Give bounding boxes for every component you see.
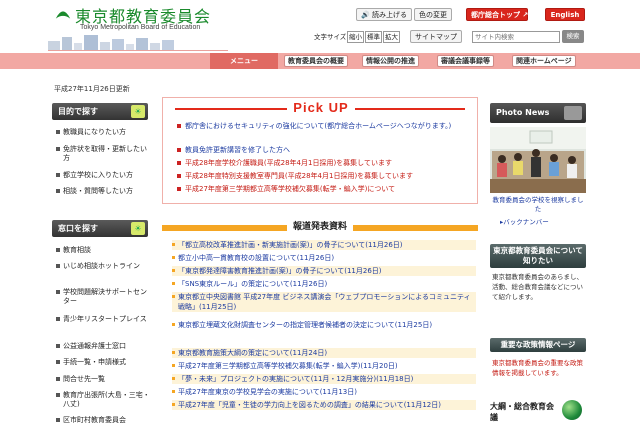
- color-change-button[interactable]: 色の変更: [414, 8, 452, 21]
- purpose-item[interactable]: 免許状を取得・更新したい方: [56, 145, 150, 163]
- press-heading: 報道発表資料: [162, 219, 478, 235]
- site-map-button[interactable]: サイトマップ: [410, 30, 462, 43]
- sun-badge-icon: ☀: [131, 105, 145, 118]
- policy-heading[interactable]: 重要な政策情報ページ: [490, 338, 586, 352]
- font-small-button[interactable]: 縮小: [347, 31, 364, 43]
- press-item[interactable]: 平成27年度第三学期都立高等学校補欠募集(転学・編入学)(11月20日): [172, 361, 476, 371]
- board-info-text: 東京都教育委員会のあらまし、活動、総合教育会議などについて紹介します。: [492, 273, 583, 301]
- window-search-heading: 窓口を探す ☀: [52, 220, 148, 237]
- window-item[interactable]: 学校問題解決サポートセンター: [56, 288, 150, 306]
- window-item[interactable]: 公益通報弁護士窓口: [56, 342, 150, 351]
- pickup-title: Pick UP: [163, 100, 479, 115]
- photo-news-caption[interactable]: 教育委員会の学校を視察しました: [490, 196, 586, 214]
- press-item[interactable]: 東京都教育施策大綱の策定について(11月24日): [172, 348, 476, 358]
- camera-icon: [564, 106, 582, 120]
- font-large-button[interactable]: 拡大: [383, 31, 400, 43]
- press-item[interactable]: 「東京都発達障害教育推進計画(案)」の骨子について(11月26日): [172, 266, 476, 276]
- photo-news-heading: Photo News: [490, 103, 586, 123]
- nav-information-disclosure[interactable]: 情報公開の推進: [362, 55, 419, 67]
- purpose-item[interactable]: 都立学校に入りたい方: [56, 171, 150, 180]
- read-aloud-button[interactable]: 🔊 読み上げる: [356, 8, 412, 21]
- press-item[interactable]: 「SNS東京ルール」の策定について(11月26日): [172, 279, 476, 289]
- search-button[interactable]: 検索: [562, 30, 584, 43]
- press-item[interactable]: 東京都立中央図書館 平成27年度 ビジネス講演会「ウェブプロモーションによるコミ…: [172, 292, 476, 312]
- photo-news-image[interactable]: [490, 127, 586, 193]
- purpose-search-heading: 目的で探す ☀: [52, 103, 148, 120]
- pickup-panel: Pick UP 都庁舎におけるセキュリティの強化について(都庁総合ホームページへ…: [162, 97, 478, 204]
- purpose-search-title: 目的で探す: [58, 107, 98, 116]
- window-item[interactable]: 青少年リスタートプレイス: [56, 315, 150, 324]
- press-item[interactable]: 「都立高校改革推進計画・新実施計画(案)」の骨子について(11月26日): [172, 240, 476, 250]
- speaker-icon: 🔊: [361, 11, 370, 19]
- metro-top-label: 都庁総合トップ: [471, 11, 520, 19]
- city-illustration: [48, 35, 228, 51]
- pickup-title-text: Pick UP: [287, 100, 355, 115]
- sun-badge-icon: ☀: [131, 222, 145, 235]
- window-item[interactable]: 教育相談: [56, 246, 150, 255]
- window-item[interactable]: いじめ相談ホットライン: [56, 262, 150, 271]
- press-item[interactable]: 都立小中高一貫教育校の設置について(11月26日): [172, 253, 476, 263]
- pickup-item[interactable]: 都庁舎におけるセキュリティの強化について(都庁総合ホームページへつながります。): [177, 121, 473, 131]
- window-item[interactable]: 問合せ先一覧: [56, 375, 150, 384]
- english-button[interactable]: English: [545, 8, 585, 21]
- nav-council-minutes[interactable]: 審議会議事録等: [437, 55, 494, 67]
- window-search-title: 窓口を探す: [58, 224, 98, 233]
- press-item[interactable]: 平成27年度東京の学校見学会の実施について(11月13日): [172, 387, 476, 397]
- press-title: 報道発表資料: [162, 219, 478, 232]
- press-item[interactable]: 平成27年度「児童・生徒の学力向上を図るための調査」の結果について(11月12日…: [172, 400, 476, 410]
- search-input[interactable]: [472, 31, 560, 43]
- taiko-banner[interactable]: 大綱・総合教育会議: [490, 398, 586, 426]
- press-item[interactable]: 「夢・未来」プロジェクトの実施について(11月・12月実施分)(11月18日): [172, 374, 476, 384]
- read-aloud-label: 読み上げる: [371, 11, 407, 19]
- header: 東京都教育委員会 Tokyo Metropolitan Board of Edu…: [0, 0, 640, 52]
- board-info-heading[interactable]: 東京都教育委員会について知りたい: [490, 244, 586, 268]
- nav-board-overview[interactable]: 教育委員会の概要: [284, 55, 348, 67]
- metro-top-button[interactable]: 都庁総合トップ ↗: [466, 8, 528, 21]
- globe-icon: [562, 400, 582, 420]
- pickup-item[interactable]: 平成27年度第三学期都立高等学校補欠募集(転学・編入学)について: [177, 184, 473, 194]
- purpose-item[interactable]: 相談・質問等したい方: [56, 187, 150, 196]
- font-standard-button[interactable]: 標準: [365, 31, 382, 43]
- press-title-text: 報道発表資料: [286, 222, 353, 232]
- press-item[interactable]: 東京都立埋蔵文化財調査センターの指定管理者候補者の決定について(11月25日): [172, 320, 476, 330]
- window-item[interactable]: 教育庁出張所(大島・三宅・八丈): [56, 391, 150, 409]
- back-numbers-link[interactable]: ▸バックナンバー: [500, 216, 549, 226]
- taiko-label: 大綱・総合教育会議: [490, 402, 554, 422]
- site-subtitle: Tokyo Metropolitan Board of Education: [80, 24, 201, 31]
- window-item[interactable]: 区市町村教育委員会: [56, 416, 150, 425]
- pickup-item[interactable]: 教員免許更新講習を修了した方へ: [177, 145, 473, 155]
- pickup-item[interactable]: 平成28年度学校介護職員(平成28年4月1日採用)を募集しています: [177, 158, 473, 168]
- window-item[interactable]: 手続一覧・申請様式: [56, 358, 150, 367]
- photo-news-title: Photo News: [496, 108, 550, 117]
- pickup-item[interactable]: 平成28年度特別支援教室専門員(平成28年4月1日採用)を募集しています: [177, 171, 473, 181]
- font-size-label: 文字サイズ: [314, 33, 347, 41]
- external-link-icon: ↗: [520, 11, 529, 19]
- global-nav: メニュー 教育委員会の概要 情報公開の推進 審議会議事録等 関連ホームページ: [0, 53, 640, 69]
- tokyo-logo-icon: [55, 11, 71, 19]
- purpose-item[interactable]: 教職員になりたい方: [56, 128, 150, 137]
- updated-date: 平成27年11月26日更新: [54, 85, 130, 93]
- nav-related-sites[interactable]: 関連ホームページ: [512, 55, 576, 67]
- policy-text: 東京都教育委員会の重要な政策情報を掲載しています。: [492, 359, 583, 377]
- nav-menu-label: メニュー: [210, 53, 278, 69]
